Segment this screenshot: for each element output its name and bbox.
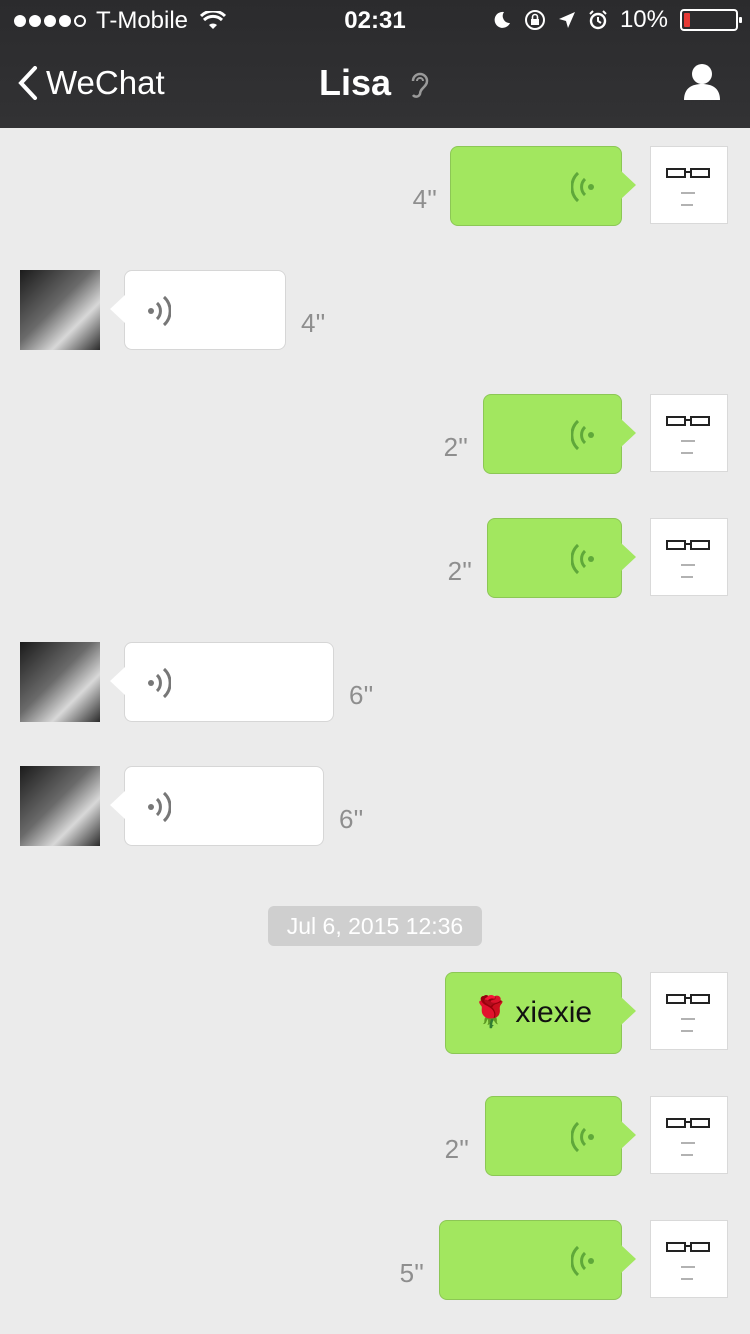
voice-wave-icon xyxy=(571,1245,594,1277)
voice-duration: 6'' xyxy=(339,804,364,834)
battery-icon xyxy=(680,9,742,31)
voice-duration: 4'' xyxy=(412,184,437,214)
chat-title: Lisa xyxy=(0,62,750,104)
battery-percent: 10% xyxy=(619,6,668,33)
moon-icon xyxy=(494,11,510,28)
voice-wave-icon xyxy=(571,419,594,451)
profile-icon[interactable] xyxy=(682,62,722,102)
chat-area[interactable]: 4'' 4'' 2'' 2'' 6'' 6'' Jul 6, 2015 12:3… xyxy=(0,128,750,1334)
voice-duration: 4'' xyxy=(301,308,326,338)
voice-wave-icon xyxy=(571,543,594,575)
text-message-bubble[interactable]: 🌹 xiexie xyxy=(445,972,636,1054)
my-avatar[interactable] xyxy=(650,972,728,1050)
voice-wave-icon xyxy=(571,1121,594,1153)
voice-wave-icon xyxy=(148,295,171,327)
rose-icon: 🌹 xyxy=(472,996,510,1029)
rotation-lock-icon xyxy=(524,10,545,30)
voice-duration: 2'' xyxy=(443,432,468,462)
navigation-bar: WeChat Lisa xyxy=(0,40,750,128)
voice-duration: 2'' xyxy=(444,1134,469,1164)
my-avatar[interactable] xyxy=(650,1096,728,1174)
message-text: xiexie xyxy=(515,996,593,1029)
voice-duration: 5'' xyxy=(399,1258,424,1288)
my-avatar[interactable] xyxy=(650,146,728,224)
voice-message-bubble[interactable] xyxy=(439,1220,636,1300)
voice-duration: 2'' xyxy=(447,556,472,586)
location-icon xyxy=(558,12,575,28)
alarm-icon xyxy=(589,10,607,30)
my-avatar[interactable] xyxy=(650,1220,728,1298)
voice-message-bubble[interactable] xyxy=(485,1096,636,1176)
voice-duration: 6'' xyxy=(349,680,374,710)
voice-message-bubble[interactable] xyxy=(110,766,324,846)
voice-wave-icon xyxy=(148,791,171,823)
status-bar: T-Mobile 02:31 10% xyxy=(0,0,750,40)
voice-message-bubble[interactable] xyxy=(110,270,286,350)
voice-message-bubble[interactable] xyxy=(450,146,636,226)
header: T-Mobile 02:31 10% WeChat Lisa xyxy=(0,0,750,128)
voice-message-bubble[interactable] xyxy=(487,518,636,598)
my-avatar[interactable] xyxy=(650,394,728,472)
contact-name: Lisa xyxy=(318,62,392,103)
time-divider: Jul 6, 2015 12:36 xyxy=(268,906,482,946)
ear-icon xyxy=(411,73,429,99)
contact-avatar[interactable] xyxy=(20,270,100,350)
voice-message-bubble[interactable] xyxy=(110,642,334,722)
contact-avatar[interactable] xyxy=(20,642,100,722)
voice-wave-icon xyxy=(148,667,171,699)
voice-message-bubble[interactable] xyxy=(483,394,636,474)
voice-wave-icon xyxy=(571,171,594,203)
my-avatar[interactable] xyxy=(650,518,728,596)
contact-avatar[interactable] xyxy=(20,766,100,846)
